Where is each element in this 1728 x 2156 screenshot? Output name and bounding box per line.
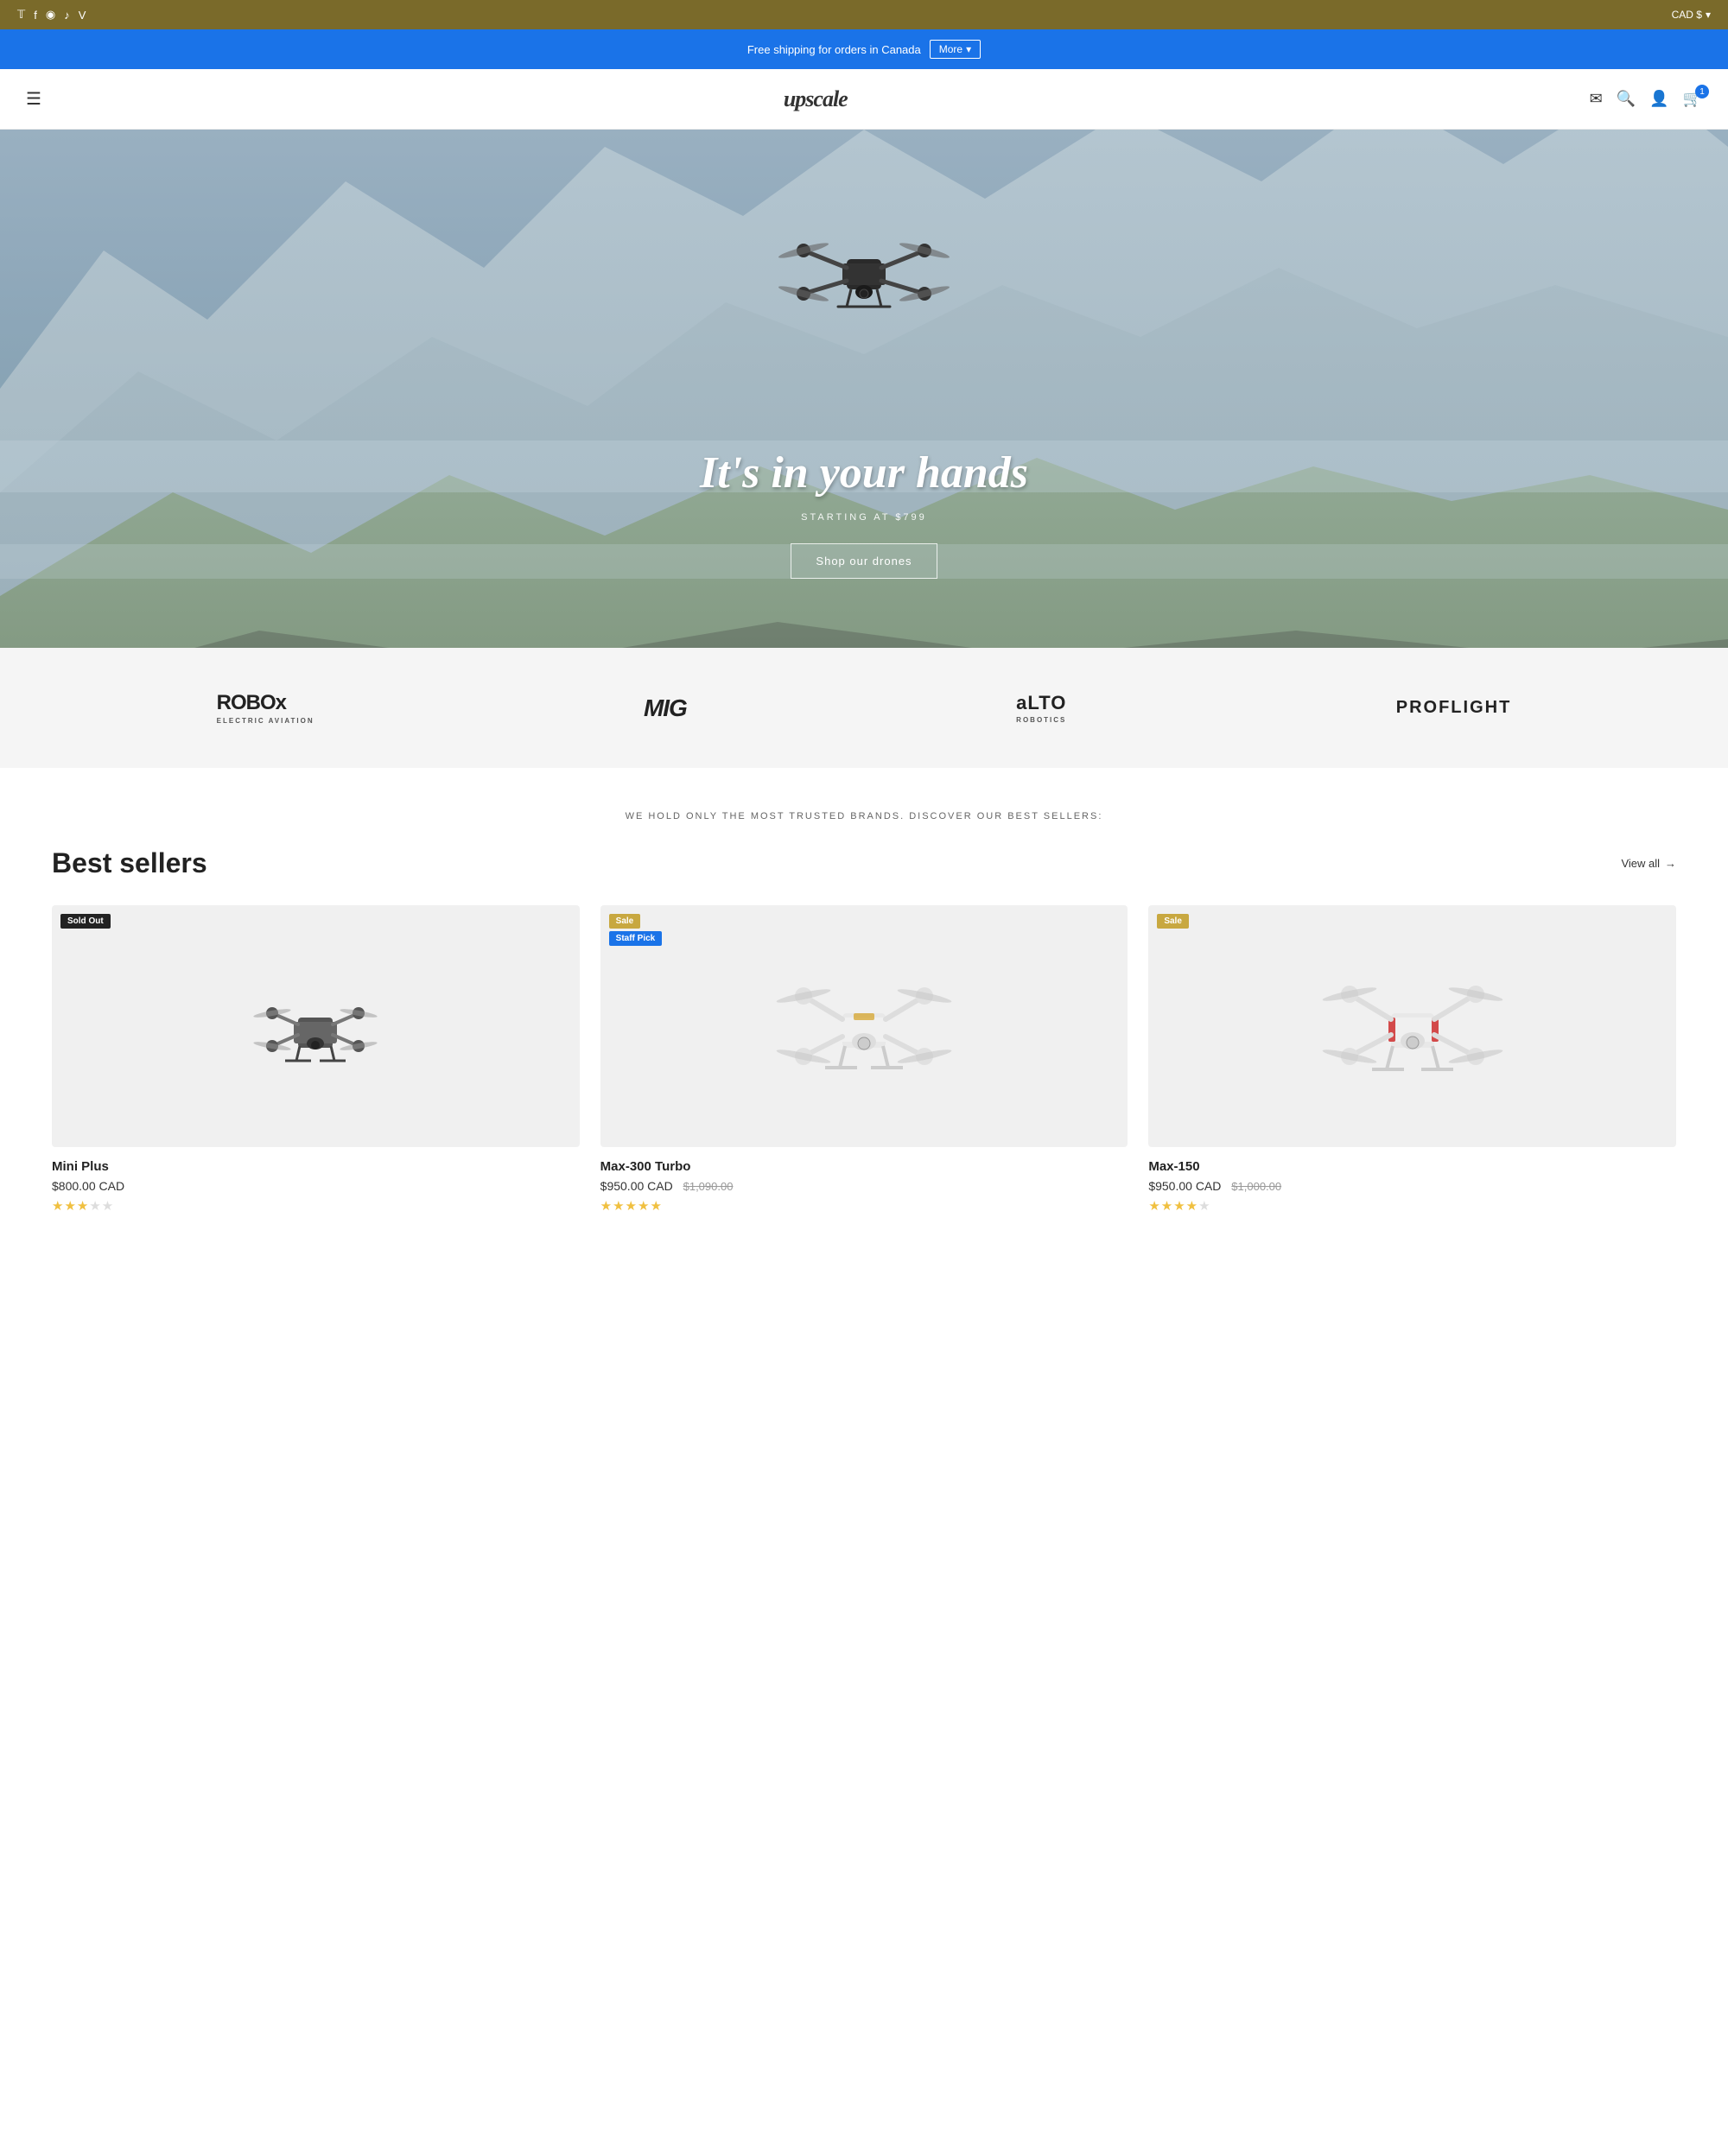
product-price: $950.00 CAD $1,090.00: [600, 1179, 1128, 1193]
staff-pick-badge: Staff pick: [609, 931, 663, 946]
section-title: Best sellers: [52, 847, 207, 879]
product-image-wrap[interactable]: Sold out: [52, 905, 580, 1147]
search-icon[interactable]: 🔍: [1617, 90, 1636, 108]
currency-selector[interactable]: CAD $ ▾: [1672, 9, 1711, 21]
product-original-price: $1,000.00: [1231, 1180, 1281, 1193]
hero-drone: [700, 181, 1028, 354]
hero-subtitle: Starting at $799: [700, 512, 1028, 523]
account-icon[interactable]: 👤: [1649, 90, 1668, 108]
sale-badge: Sale: [609, 914, 641, 929]
brand-robox[interactable]: ROBOxELECTRIC AVIATION: [217, 691, 314, 725]
product-name: Max-300 Turbo: [600, 1159, 1128, 1174]
announcement-text: Free shipping for orders in Canada: [747, 43, 921, 56]
sale-badge: Sale: [1157, 914, 1189, 929]
view-all-link[interactable]: View all →: [1621, 857, 1676, 870]
hero-content: It's in your hands Starting at $799 Shop…: [700, 447, 1028, 579]
product-rating: ★★★★★: [1148, 1198, 1676, 1214]
top-bar: 𝕋 f ◉ ♪ V CAD $ ▾: [0, 0, 1728, 29]
product-image-wrap[interactable]: Sale Staff pick: [600, 905, 1128, 1147]
announcement-bar: Free shipping for orders in Canada More …: [0, 29, 1728, 69]
header: ☰ upscale ✉ 🔍 👤 🛒 1: [0, 69, 1728, 130]
brand-alto[interactable]: aLTOROBOTICS: [1016, 692, 1066, 724]
product-rating: ★★★★★: [52, 1198, 580, 1214]
section-tagline: We hold only the most trusted brands. Di…: [52, 811, 1676, 821]
hero-title: It's in your hands: [700, 447, 1028, 498]
brands-section: ROBOxELECTRIC AVIATION MIG aLTOROBOTICS …: [0, 648, 1728, 768]
social-icons: 𝕋 f ◉ ♪ V: [17, 8, 86, 22]
product-drone-image: [769, 948, 959, 1104]
facebook-icon[interactable]: f: [34, 9, 37, 22]
twitter-icon[interactable]: 𝕋: [17, 8, 25, 22]
product-drone-image: [220, 948, 410, 1104]
brand-mig[interactable]: MIG: [644, 694, 687, 722]
product-name: Max-150: [1148, 1159, 1676, 1174]
product-card: Sale Staff pick: [600, 905, 1128, 1214]
instagram-icon[interactable]: ◉: [46, 8, 55, 22]
shop-drones-button[interactable]: Shop our drones: [791, 543, 937, 579]
hero-section: It's in your hands Starting at $799 Shop…: [0, 130, 1728, 648]
brand-proflight[interactable]: PROFLIGHT: [1396, 698, 1512, 718]
cart-icon[interactable]: 🛒 1: [1683, 90, 1702, 108]
tiktok-icon[interactable]: ♪: [64, 9, 70, 22]
cart-badge: 1: [1695, 85, 1709, 98]
product-card: Sale: [1148, 905, 1676, 1214]
hamburger-menu[interactable]: ☰: [26, 88, 41, 110]
product-drone-image: [1318, 948, 1508, 1104]
product-image-wrap[interactable]: Sale: [1148, 905, 1676, 1147]
header-icons: ✉ 🔍 👤 🛒 1: [1590, 90, 1702, 108]
best-sellers-section: We hold only the most trusted brands. Di…: [0, 768, 1728, 1257]
more-button[interactable]: More ▾: [930, 40, 981, 59]
product-price: $950.00 CAD $1,000.00: [1148, 1179, 1676, 1193]
vimeo-icon[interactable]: V: [79, 9, 86, 22]
product-original-price: $1,090.00: [683, 1180, 734, 1193]
sold-out-badge: Sold out: [60, 914, 111, 929]
product-card: Sold out: [52, 905, 580, 1214]
logo[interactable]: upscale: [784, 86, 848, 112]
section-header: Best sellers View all →: [52, 847, 1676, 879]
product-name: Mini Plus: [52, 1159, 580, 1174]
product-rating: ★★★★★: [600, 1198, 1128, 1214]
email-icon[interactable]: ✉: [1590, 90, 1603, 108]
products-grid: Sold out: [52, 905, 1676, 1214]
product-price: $800.00 CAD: [52, 1179, 580, 1193]
arrow-right-icon: →: [1665, 857, 1676, 870]
